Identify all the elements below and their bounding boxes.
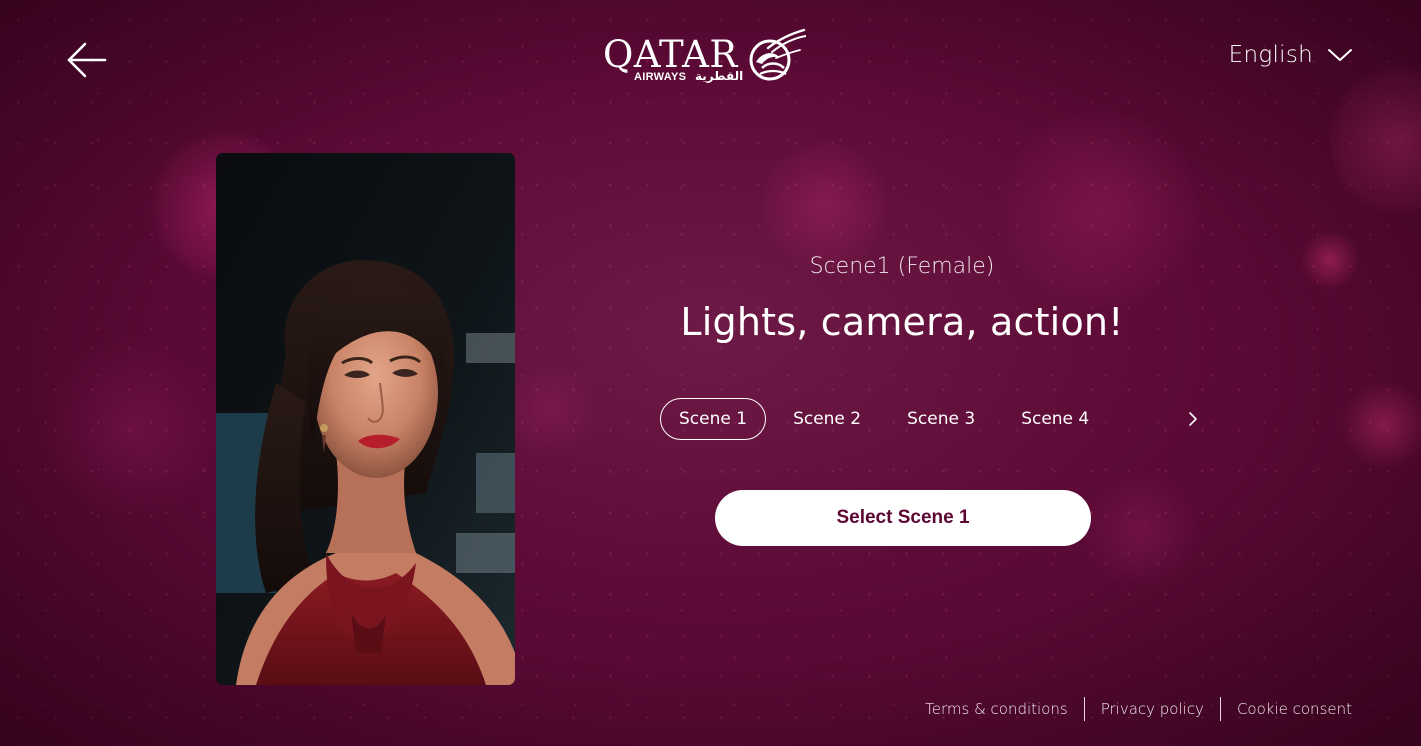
page-title: Lights, camera, action! xyxy=(680,300,1124,344)
bokeh-light xyxy=(1340,380,1421,470)
scene-subtitle: Scene1 (Female) xyxy=(809,254,995,279)
vignette xyxy=(0,0,1421,746)
tab-scene-4[interactable]: Scene 4 xyxy=(1002,398,1108,440)
next-scenes-button[interactable] xyxy=(1182,408,1204,430)
language-selector[interactable]: English xyxy=(1229,42,1353,68)
sparkle-texture xyxy=(0,0,1421,746)
back-button[interactable] xyxy=(64,38,108,82)
logo-subtitle: AIRWAYS xyxy=(634,71,687,83)
scene-selection-screen: QATAR AIRWAYS القطرية English Scene1 (Fe… xyxy=(0,0,1421,746)
arrow-left-icon xyxy=(67,42,107,78)
scene-tabs: Scene 1 Scene 2 Scene 3 Scene 4 xyxy=(660,398,1116,440)
footer-links: Terms & conditions Privacy policy Cookie… xyxy=(909,696,1352,722)
tab-scene-2[interactable]: Scene 2 xyxy=(774,398,880,440)
bokeh-light xyxy=(1080,470,1200,590)
chevron-right-icon xyxy=(1189,412,1197,426)
select-scene-button[interactable]: Select Scene 1 xyxy=(715,490,1091,546)
portrait-illustration xyxy=(216,153,515,685)
bokeh-light xyxy=(1330,60,1421,220)
bokeh-light xyxy=(1300,230,1360,290)
bokeh-light xyxy=(40,340,220,520)
scene-info: Scene1 (Female) Lights, camera, action! xyxy=(602,248,1202,346)
logo-arabic: القطرية xyxy=(695,69,744,83)
bokeh-light xyxy=(500,360,600,460)
language-label: English xyxy=(1228,42,1313,68)
tab-scene-3[interactable]: Scene 3 xyxy=(888,398,994,440)
cookie-consent-link[interactable]: Cookie consent xyxy=(1221,700,1352,718)
oryx-icon xyxy=(749,28,806,81)
logo-wordmark: QATAR xyxy=(603,33,738,76)
chevron-down-icon xyxy=(1328,49,1352,61)
tab-scene-1[interactable]: Scene 1 xyxy=(660,398,767,440)
privacy-link[interactable]: Privacy policy xyxy=(1085,700,1220,718)
scene-preview-image xyxy=(216,153,515,685)
terms-link[interactable]: Terms & conditions xyxy=(909,700,1084,718)
qatar-airways-logo: QATAR AIRWAYS القطرية xyxy=(600,28,806,90)
